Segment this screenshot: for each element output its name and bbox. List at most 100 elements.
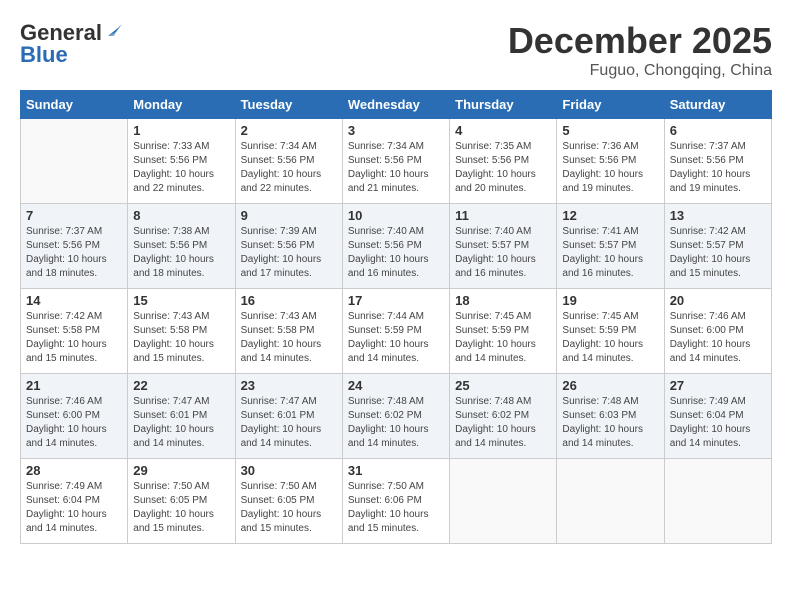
- day-info: Sunrise: 7:45 AMSunset: 5:59 PMDaylight:…: [562, 310, 658, 366]
- day-header-wednesday: Wednesday: [342, 91, 449, 119]
- calendar-cell: 24 Sunrise: 7:48 AMSunset: 6:02 PMDayligh…: [342, 374, 449, 459]
- calendar-cell: 9Sunrise: 7:39 AMSunset: 5:56 PMDaylight…: [235, 204, 342, 289]
- day-number: 22: [133, 378, 229, 393]
- day-number: 21: [26, 378, 122, 393]
- day-info: Sunrise: 7:36 AMSunset: 5:56 PMDaylight:…: [562, 140, 658, 196]
- day-header-sunday: Sunday: [21, 91, 128, 119]
- calendar-cell: 5 Sunrise: 7:36 AMSunset: 5:56 PMDaylight…: [557, 119, 664, 204]
- day-number: 24: [348, 378, 444, 393]
- day-number: 16: [241, 293, 337, 308]
- calendar-cell: 4 Sunrise: 7:35 AMSunset: 5:56 PMDaylight…: [450, 119, 557, 204]
- calendar-cell: 8Sunrise: 7:38 AMSunset: 5:56 PMDaylight…: [128, 204, 235, 289]
- day-number: 26: [562, 378, 658, 393]
- calendar-cell: 26 Sunrise: 7:48 AMSunset: 6:03 PMDayligh…: [557, 374, 664, 459]
- day-number: 3: [348, 123, 444, 138]
- calendar-cell: [21, 119, 128, 204]
- day-header-thursday: Thursday: [450, 91, 557, 119]
- day-number: 13: [670, 208, 766, 223]
- page-header: General Blue December 2025 Fuguo, Chongq…: [20, 20, 772, 80]
- location-subtitle: Fuguo, Chongqing, China: [508, 62, 772, 80]
- day-number: 2: [241, 123, 337, 138]
- day-number: 6: [670, 123, 766, 138]
- day-number: 18: [455, 293, 551, 308]
- day-header-monday: Monday: [128, 91, 235, 119]
- day-info: Sunrise: 7:49 AMSunset: 6:04 PMDaylight:…: [26, 480, 122, 536]
- day-info: Sunrise: 7:43 AMSunset: 5:58 PMDaylight:…: [241, 310, 337, 366]
- day-number: 19: [562, 293, 658, 308]
- logo-bird-icon: [104, 22, 122, 40]
- day-info: Sunrise: 7:35 AMSunset: 5:56 PMDaylight:…: [455, 140, 551, 196]
- day-header-saturday: Saturday: [664, 91, 771, 119]
- day-info: Sunrise: 7:44 AMSunset: 5:59 PMDaylight:…: [348, 310, 444, 366]
- calendar-cell: 15Sunrise: 7:43 AMSunset: 5:58 PMDayligh…: [128, 289, 235, 374]
- day-number: 4: [455, 123, 551, 138]
- logo: General Blue: [20, 20, 122, 68]
- day-info: Sunrise: 7:39 AMSunset: 5:56 PMDaylight:…: [241, 225, 337, 281]
- calendar-cell: 2 Sunrise: 7:34 AMSunset: 5:56 PMDaylight…: [235, 119, 342, 204]
- day-info: Sunrise: 7:48 AMSunset: 6:03 PMDaylight:…: [562, 395, 658, 451]
- day-info: Sunrise: 7:37 AMSunset: 5:56 PMDaylight:…: [26, 225, 122, 281]
- calendar-cell: 30Sunrise: 7:50 AMSunset: 6:05 PMDayligh…: [235, 459, 342, 544]
- day-header-friday: Friday: [557, 91, 664, 119]
- calendar-cell: 11Sunrise: 7:40 AMSunset: 5:57 PMDayligh…: [450, 204, 557, 289]
- day-number: 28: [26, 463, 122, 478]
- day-info: Sunrise: 7:50 AMSunset: 6:05 PMDaylight:…: [241, 480, 337, 536]
- calendar-cell: 19 Sunrise: 7:45 AMSunset: 5:59 PMDayligh…: [557, 289, 664, 374]
- day-info: Sunrise: 7:47 AMSunset: 6:01 PMDaylight:…: [133, 395, 229, 451]
- day-info: Sunrise: 7:47 AMSunset: 6:01 PMDaylight:…: [241, 395, 337, 451]
- month-title: December 2025: [508, 20, 772, 62]
- calendar-cell: 14 Sunrise: 7:42 AMSunset: 5:58 PMDayligh…: [21, 289, 128, 374]
- day-info: Sunrise: 7:38 AMSunset: 5:56 PMDaylight:…: [133, 225, 229, 281]
- day-info: Sunrise: 7:37 AMSunset: 5:56 PMDaylight:…: [670, 140, 766, 196]
- calendar-cell: 31 Sunrise: 7:50 AMSunset: 6:06 PMDayligh…: [342, 459, 449, 544]
- calendar-cell: 27Sunrise: 7:49 AMSunset: 6:04 PMDayligh…: [664, 374, 771, 459]
- day-info: Sunrise: 7:42 AMSunset: 5:57 PMDaylight:…: [670, 225, 766, 281]
- calendar-cell: 10Sunrise: 7:40 AMSunset: 5:56 PMDayligh…: [342, 204, 449, 289]
- day-info: Sunrise: 7:33 AMSunset: 5:56 PMDaylight:…: [133, 140, 229, 196]
- calendar-cell: [450, 459, 557, 544]
- calendar-cell: 21 Sunrise: 7:46 AMSunset: 6:00 PMDayligh…: [21, 374, 128, 459]
- day-info: Sunrise: 7:40 AMSunset: 5:56 PMDaylight:…: [348, 225, 444, 281]
- calendar-cell: 28 Sunrise: 7:49 AMSunset: 6:04 PMDayligh…: [21, 459, 128, 544]
- calendar-cell: 22 Sunrise: 7:47 AMSunset: 6:01 PMDayligh…: [128, 374, 235, 459]
- calendar-cell: 23 Sunrise: 7:47 AMSunset: 6:01 PMDayligh…: [235, 374, 342, 459]
- day-number: 7: [26, 208, 122, 223]
- calendar-week-4: 21 Sunrise: 7:46 AMSunset: 6:00 PMDayligh…: [21, 374, 772, 459]
- day-number: 31: [348, 463, 444, 478]
- calendar-week-3: 14 Sunrise: 7:42 AMSunset: 5:58 PMDayligh…: [21, 289, 772, 374]
- day-number: 17: [348, 293, 444, 308]
- calendar-table: SundayMondayTuesdayWednesdayThursdayFrid…: [20, 90, 772, 544]
- day-info: Sunrise: 7:46 AMSunset: 6:00 PMDaylight:…: [26, 395, 122, 451]
- day-info: Sunrise: 7:42 AMSunset: 5:58 PMDaylight:…: [26, 310, 122, 366]
- day-number: 23: [241, 378, 337, 393]
- day-number: 1: [133, 123, 229, 138]
- day-info: Sunrise: 7:48 AMSunset: 6:02 PMDaylight:…: [348, 395, 444, 451]
- calendar-cell: 17 Sunrise: 7:44 AMSunset: 5:59 PMDayligh…: [342, 289, 449, 374]
- day-info: Sunrise: 7:46 AMSunset: 6:00 PMDaylight:…: [670, 310, 766, 366]
- day-header-tuesday: Tuesday: [235, 91, 342, 119]
- calendar-cell: 1 Sunrise: 7:33 AMSunset: 5:56 PMDaylight…: [128, 119, 235, 204]
- day-number: 25: [455, 378, 551, 393]
- calendar-cell: 16 Sunrise: 7:43 AMSunset: 5:58 PMDayligh…: [235, 289, 342, 374]
- calendar-cell: 18 Sunrise: 7:45 AMSunset: 5:59 PMDayligh…: [450, 289, 557, 374]
- day-info: Sunrise: 7:43 AMSunset: 5:58 PMDaylight:…: [133, 310, 229, 366]
- day-info: Sunrise: 7:50 AMSunset: 6:05 PMDaylight:…: [133, 480, 229, 536]
- calendar-week-5: 28 Sunrise: 7:49 AMSunset: 6:04 PMDayligh…: [21, 459, 772, 544]
- calendar-cell: 3 Sunrise: 7:34 AMSunset: 5:56 PMDaylight…: [342, 119, 449, 204]
- day-number: 29: [133, 463, 229, 478]
- day-info: Sunrise: 7:48 AMSunset: 6:02 PMDaylight:…: [455, 395, 551, 451]
- day-number: 5: [562, 123, 658, 138]
- day-info: Sunrise: 7:34 AMSunset: 5:56 PMDaylight:…: [348, 140, 444, 196]
- calendar-cell: 25 Sunrise: 7:48 AMSunset: 6:02 PMDayligh…: [450, 374, 557, 459]
- calendar-cell: 20 Sunrise: 7:46 AMSunset: 6:00 PMDayligh…: [664, 289, 771, 374]
- calendar-week-1: 1 Sunrise: 7:33 AMSunset: 5:56 PMDaylight…: [21, 119, 772, 204]
- day-number: 11: [455, 208, 551, 223]
- day-info: Sunrise: 7:41 AMSunset: 5:57 PMDaylight:…: [562, 225, 658, 281]
- day-number: 20: [670, 293, 766, 308]
- day-number: 27: [670, 378, 766, 393]
- day-info: Sunrise: 7:50 AMSunset: 6:06 PMDaylight:…: [348, 480, 444, 536]
- day-info: Sunrise: 7:45 AMSunset: 5:59 PMDaylight:…: [455, 310, 551, 366]
- day-number: 12: [562, 208, 658, 223]
- day-number: 14: [26, 293, 122, 308]
- day-info: Sunrise: 7:34 AMSunset: 5:56 PMDaylight:…: [241, 140, 337, 196]
